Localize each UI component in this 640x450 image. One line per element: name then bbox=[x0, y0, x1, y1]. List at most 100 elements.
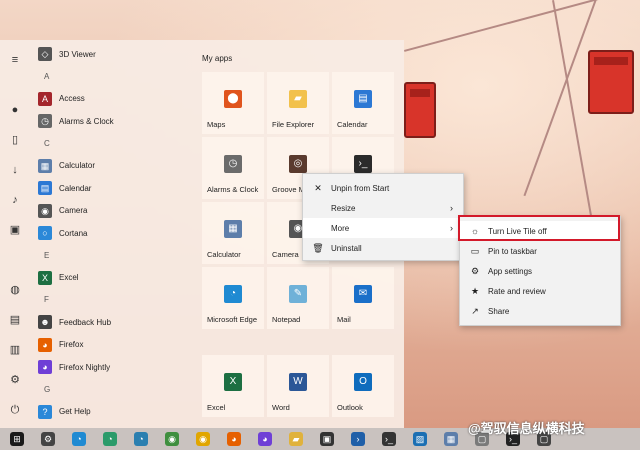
calculator-icon[interactable]: ▦ bbox=[444, 432, 458, 446]
start-rail: ≡ ● ▯ ↓ ♪ ▣ ◍ ▤ ▥ ⚙ ⏻ bbox=[0, 40, 30, 428]
tile-label: Calculator bbox=[207, 250, 241, 259]
app-tile[interactable]: ◔ Microsoft Edge bbox=[202, 267, 264, 329]
app-list-item[interactable]: ◇ 3D Viewer bbox=[38, 45, 188, 63]
calendar-icon: ▤ bbox=[354, 90, 372, 108]
photos-icon[interactable]: ▨ bbox=[413, 432, 427, 446]
clock-icon: ◷ bbox=[38, 114, 52, 128]
app-list-item-label: Alarms & Clock bbox=[59, 116, 114, 126]
app-list-item[interactable]: ◕ Firefox bbox=[38, 336, 188, 354]
chevron-right-icon: › bbox=[450, 223, 453, 233]
edge-icon: ◔ bbox=[224, 285, 242, 303]
help-icon: ? bbox=[38, 404, 52, 419]
submenu-item[interactable]: ⚙ App settings bbox=[460, 261, 620, 281]
tile-label: Word bbox=[272, 403, 290, 412]
firefox-nightly-icon[interactable]: ◕ bbox=[258, 432, 272, 446]
edge-beta-icon[interactable]: ◔ bbox=[134, 432, 148, 446]
submenu-item[interactable]: ▭ Pin to taskbar bbox=[460, 241, 620, 261]
app-list-item[interactable]: X Excel bbox=[38, 269, 188, 287]
edge-icon[interactable]: ◔ bbox=[72, 432, 86, 446]
camera-icon: ◉ bbox=[38, 203, 52, 218]
app-tile[interactable]: X Excel bbox=[202, 355, 264, 417]
app-list-item[interactable]: A Access bbox=[38, 90, 188, 108]
submenu-item[interactable]: ★ Rate and review bbox=[460, 281, 620, 301]
wheel-cabin bbox=[404, 82, 436, 138]
store-icon[interactable]: ▣ bbox=[320, 432, 334, 446]
firefox-icon: ◕ bbox=[38, 337, 52, 352]
settings-icon[interactable]: ⚙ bbox=[9, 374, 21, 386]
app-tile[interactable]: W Word bbox=[267, 355, 329, 417]
context-menu-label: More bbox=[331, 223, 350, 233]
app-list-item[interactable]: ▤ Calendar bbox=[38, 179, 188, 197]
notepad-icon: ✎ bbox=[289, 285, 307, 303]
app-list-item[interactable]: ☻ Feedback Hub bbox=[38, 313, 188, 331]
letter-header[interactable]: F bbox=[44, 295, 49, 304]
submenu-item[interactable]: ↗ Share bbox=[460, 301, 620, 321]
app-tile[interactable]: ▦ Calculator bbox=[202, 202, 264, 264]
tile-label: Microsoft Edge bbox=[207, 315, 258, 324]
chrome-canary-icon[interactable]: ◉ bbox=[196, 432, 210, 446]
app-tile[interactable]: ▰ File Explorer bbox=[267, 72, 329, 134]
file-explorer-icon[interactable]: ▰ bbox=[289, 432, 303, 446]
submenu-label: Rate and review bbox=[488, 286, 546, 296]
powershell-icon[interactable]: › bbox=[351, 432, 365, 446]
download-icon[interactable]: ↓ bbox=[9, 164, 21, 176]
app-list-item[interactable]: ◉ Camera bbox=[38, 202, 188, 220]
terminal-icon[interactable]: ›_ bbox=[382, 432, 396, 446]
app-list-item[interactable]: ? Get Help bbox=[38, 403, 188, 421]
letter-header[interactable]: G bbox=[44, 385, 50, 394]
app-tile[interactable]: ⬤ Maps bbox=[202, 72, 264, 134]
app-list-item-label: Camera bbox=[59, 206, 88, 215]
mail-icon: ✉ bbox=[354, 285, 372, 303]
app-tile[interactable]: O Outlook bbox=[332, 355, 394, 417]
feedback-icon: ☻ bbox=[38, 315, 52, 329]
app-tile[interactable]: ◷ Alarms & Clock bbox=[202, 137, 264, 199]
app-tile[interactable]: ✉ Mail bbox=[332, 267, 394, 329]
library-icon[interactable]: ▥ bbox=[9, 344, 21, 356]
letter-header[interactable]: A bbox=[44, 72, 49, 81]
tile-context-menu: ✕ Unpin from Start Resize › More › 🗑 Uninstall bbox=[302, 173, 464, 261]
firefox-icon[interactable]: ◕ bbox=[227, 432, 241, 446]
maps-icon: ⬤ bbox=[224, 90, 242, 108]
pin-icon: ▭ bbox=[470, 245, 480, 256]
context-menu-item[interactable]: ✕ Unpin from Start bbox=[303, 178, 463, 198]
app-list-item[interactable]: ◕ Firefox Nightly bbox=[38, 358, 188, 376]
app-list-item[interactable]: ○ Cortana bbox=[38, 224, 188, 242]
excel-icon: X bbox=[224, 373, 242, 391]
video-icon[interactable]: ▤ bbox=[9, 314, 21, 326]
pictures-icon[interactable]: ▣ bbox=[9, 224, 21, 236]
excel-icon: X bbox=[38, 270, 52, 285]
app-list-item-label: Excel bbox=[59, 273, 79, 282]
wheel-spoke bbox=[404, 0, 637, 52]
context-menu-item[interactable]: More › bbox=[303, 218, 463, 238]
app-tile[interactable]: ▤ Calendar bbox=[332, 72, 394, 134]
tile-label: Excel bbox=[207, 403, 226, 412]
music-icon[interactable]: ♪ bbox=[9, 194, 21, 206]
submenu-label: Share bbox=[488, 306, 510, 316]
app-list-item[interactable]: ▦ Calculator bbox=[38, 157, 188, 175]
windows-start-icon[interactable]: ⊞ bbox=[10, 432, 24, 446]
letter-header[interactable]: E bbox=[44, 251, 49, 260]
share-icon: ↗ bbox=[471, 305, 479, 316]
user-avatar-icon[interactable]: ● bbox=[9, 104, 21, 116]
power-icon[interactable]: ⏻ bbox=[9, 404, 21, 416]
hamburger-icon[interactable]: ≡ bbox=[9, 54, 21, 66]
calendar-icon: ▤ bbox=[38, 181, 52, 195]
app-list-item[interactable]: ◷ Alarms & Clock bbox=[38, 112, 188, 130]
context-menu-label: Uninstall bbox=[331, 243, 362, 253]
context-menu-label: Unpin from Start bbox=[331, 183, 390, 193]
tile-label: Calendar bbox=[337, 120, 368, 129]
app-list-item-label: Calculator bbox=[59, 161, 96, 170]
context-menu-item[interactable]: Resize › bbox=[303, 198, 463, 218]
chrome-icon[interactable]: ◉ bbox=[165, 432, 179, 446]
letter-header[interactable]: C bbox=[44, 139, 50, 148]
document-icon[interactable]: ▯ bbox=[9, 134, 21, 146]
network-icon[interactable]: ◍ bbox=[9, 284, 21, 296]
settings-icon[interactable]: ⚙ bbox=[41, 432, 55, 446]
context-menu-item[interactable]: 🗑 Uninstall bbox=[303, 238, 463, 258]
app-list-item-label: Calendar bbox=[59, 183, 92, 193]
app-tile[interactable]: ✎ Notepad bbox=[267, 267, 329, 329]
highlight-box bbox=[458, 215, 620, 241]
tile-label: Outlook bbox=[337, 403, 363, 412]
clock-icon: ◷ bbox=[224, 155, 242, 173]
edge-dev-icon[interactable]: ◔ bbox=[103, 432, 117, 446]
